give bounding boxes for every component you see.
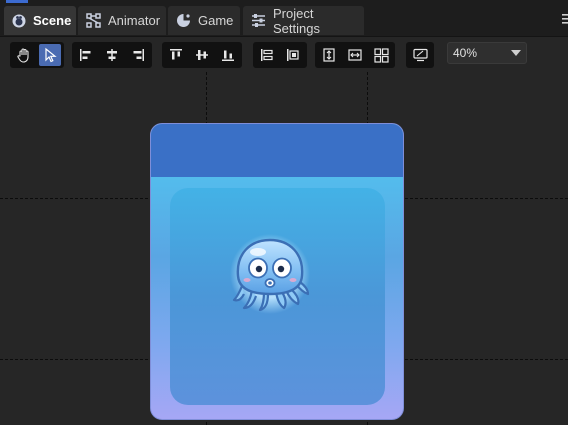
tab-project-settings[interactable]: Project Settings	[243, 5, 364, 36]
align-middle-v-icon[interactable]	[191, 44, 213, 66]
resize-height-icon[interactable]	[318, 44, 340, 66]
scene-viewport[interactable]	[0, 72, 568, 425]
distribute-h-icon[interactable]	[256, 44, 278, 66]
device-preview-icon[interactable]	[409, 44, 431, 66]
tool-group-size	[315, 42, 395, 68]
scene-icon	[12, 13, 26, 29]
tool-group-align-v	[162, 42, 242, 68]
card-header	[151, 124, 403, 177]
align-center-h-icon[interactable]	[101, 44, 123, 66]
tab-animator[interactable]: Animator	[78, 6, 166, 35]
game-icon	[176, 13, 191, 29]
tab-label: Game	[198, 13, 234, 28]
tool-group-distribute	[253, 42, 307, 68]
grid-icon[interactable]	[370, 44, 392, 66]
align-right-icon[interactable]	[127, 44, 149, 66]
align-bottom-icon[interactable]	[217, 44, 239, 66]
sliders-icon	[251, 13, 266, 29]
distribute-v-icon[interactable]	[282, 44, 304, 66]
chevron-down-icon	[511, 50, 521, 56]
zoom-value: 40%	[453, 46, 478, 60]
tab-label: Scene	[33, 13, 72, 28]
tool-group-preview	[406, 42, 434, 68]
select-tool-icon[interactable]	[39, 44, 61, 66]
align-left-icon[interactable]	[75, 44, 97, 66]
tab-accent	[6, 0, 28, 3]
tab-scene[interactable]: Scene	[4, 6, 76, 35]
panel-menu-icon[interactable]	[562, 12, 568, 24]
tab-game[interactable]: Game	[168, 6, 240, 35]
octopus-sprite[interactable]	[228, 232, 312, 316]
zoom-select[interactable]: 40%	[447, 42, 527, 64]
tool-group-transform	[10, 42, 64, 68]
tool-group-align-h	[72, 42, 152, 68]
resize-width-icon[interactable]	[344, 44, 366, 66]
hand-tool-icon[interactable]	[13, 44, 35, 66]
tab-label: Animator	[108, 13, 161, 28]
align-top-icon[interactable]	[165, 44, 187, 66]
animator-icon	[86, 13, 101, 29]
tab-label: Project Settings	[273, 5, 320, 36]
tab-bar: Scene Animator Game Project Settings	[0, 0, 568, 37]
